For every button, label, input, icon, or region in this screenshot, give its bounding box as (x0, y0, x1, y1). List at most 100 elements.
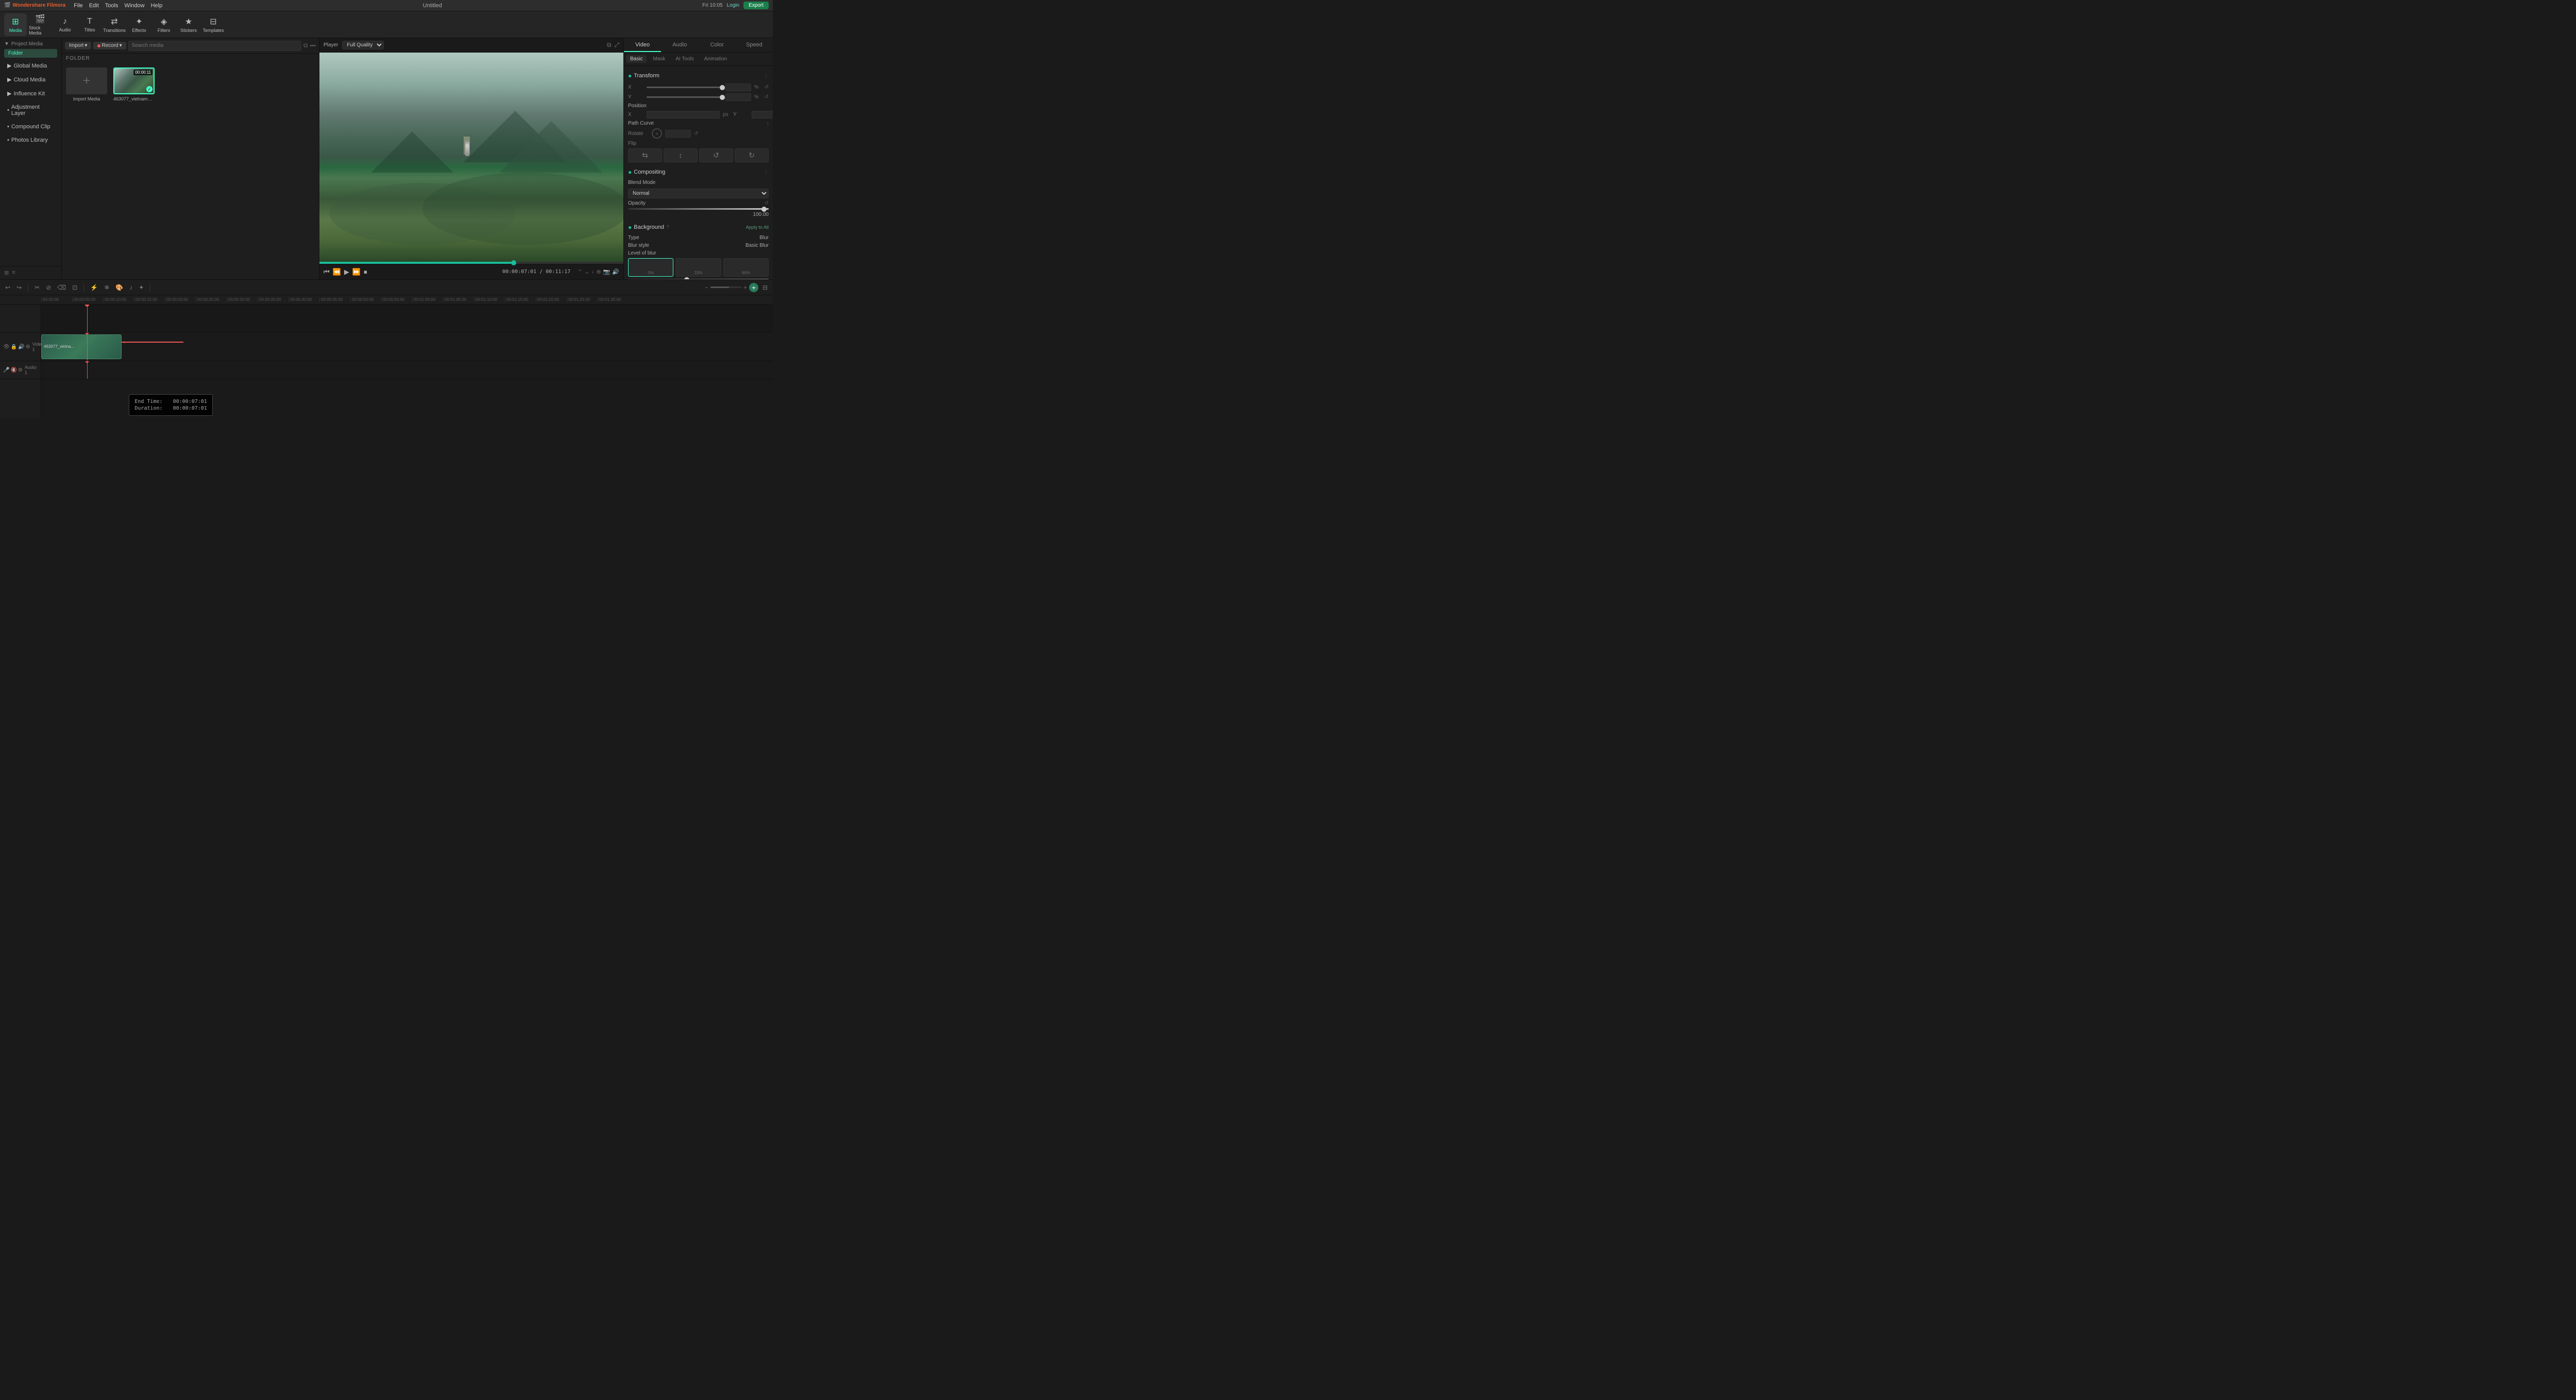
menu-edit[interactable]: Edit (89, 3, 99, 9)
blur-level-thumb[interactable] (684, 277, 689, 280)
tab-speed[interactable]: Speed (736, 38, 773, 52)
audio-button[interactable]: ♪ (127, 283, 134, 292)
preview-shrink-icon[interactable]: ⧉ (607, 41, 612, 49)
preview-progress-bar[interactable] (319, 262, 623, 264)
menu-window[interactable]: Window (124, 3, 144, 9)
transform-toggle[interactable]: ● (628, 72, 632, 79)
subtab-basic[interactable]: Basic (626, 55, 647, 63)
scale-x-input[interactable]: 100.00 (725, 83, 751, 91)
scale-x-slider[interactable] (647, 87, 722, 88)
rotate-input[interactable]: 0.00° (665, 130, 691, 138)
export-button[interactable]: Export (743, 2, 769, 9)
flip-v-button[interactable]: ↕ (664, 148, 698, 162)
track-lock-icon[interactable]: 🔒 (11, 344, 17, 350)
subtab-ai-tools[interactable]: AI Tools (671, 55, 698, 63)
track-speaker-icon[interactable]: 🔊 (18, 344, 24, 350)
opacity-reset-icon[interactable]: ↺ (765, 200, 769, 206)
toolbar-titles[interactable]: T Titles (78, 13, 101, 36)
sidebar-item-compound-clip[interactable]: • Compound Clip (2, 121, 59, 133)
effect-button[interactable]: ✦ (137, 283, 146, 292)
step-back-button[interactable]: ⏪ (333, 268, 341, 276)
pos-x-input[interactable]: 0.00 (647, 111, 720, 119)
video-track-lane[interactable]: 463077_vietna... ← (41, 333, 773, 361)
add-track-button[interactable]: + (749, 283, 758, 292)
snapshot-icon[interactable]: 📷 (603, 268, 611, 275)
go-end-button[interactable]: ⏹ (364, 268, 367, 276)
toolbar-stock-media[interactable]: 🎬 Stock Media (29, 13, 52, 36)
list-view-icon[interactable]: ≡ (12, 269, 15, 276)
toolbar-transitions[interactable]: ⇄ Transitions (103, 13, 126, 36)
tab-color[interactable]: Color (699, 38, 736, 52)
blur-thumb-66[interactable]: 66% (723, 258, 769, 277)
volume-icon[interactable]: 🔊 (612, 268, 619, 275)
scale-y-input[interactable]: 100.00 (725, 93, 751, 101)
zoom-slider[interactable] (710, 286, 741, 288)
audio-mute-icon[interactable]: 🔇 (10, 367, 16, 373)
video-clip[interactable]: 463077_vietna... (41, 334, 122, 360)
quality-select[interactable]: Full Quality (342, 41, 384, 49)
toolbar-effects[interactable]: ✦ Effects (128, 13, 150, 36)
color-match-button[interactable]: 🎨 (113, 283, 125, 292)
delete-button[interactable]: ⌫ (55, 283, 68, 292)
track-settings-icon[interactable]: ⚙ (26, 344, 30, 350)
pos-y-input[interactable]: 0.00 (752, 111, 773, 119)
mark-in-icon[interactable]: ⌃ (578, 268, 582, 275)
undo-button[interactable]: ↩ (3, 283, 12, 292)
apply-to-all-button[interactable]: Apply to All (745, 225, 769, 230)
blur-thumb-0[interactable]: 0% (628, 258, 673, 277)
video-media-item[interactable]: 00:00:11 ✓ 463077_vietnam_ha... (113, 68, 155, 102)
split-button[interactable]: ⊘ (44, 283, 53, 292)
menu-file[interactable]: File (74, 3, 83, 9)
freeze-button[interactable]: ❄ (102, 283, 111, 292)
sidebar-item-influence-kit[interactable]: ▶ Influence Kit (2, 87, 59, 100)
scale-y-slider[interactable] (647, 96, 722, 98)
menu-help[interactable]: Help (151, 3, 163, 9)
grid-view-icon[interactable]: ⊞ (4, 269, 9, 276)
scale-x-reset-icon[interactable]: ↺ (765, 85, 769, 90)
transform-expand-icon[interactable]: ⋮ (764, 73, 769, 79)
insert-icon[interactable]: ↓ (591, 268, 595, 275)
cut-button[interactable]: ✂ (32, 283, 42, 292)
background-header[interactable]: ● Background ? Apply to All (628, 222, 769, 233)
transform-header[interactable]: ● Transform ⋮ (628, 70, 769, 81)
crop-button[interactable]: ⊡ (70, 283, 79, 292)
sidebar-item-adjustment-layer[interactable]: • Adjustment Layer (2, 101, 59, 120)
subtab-mask[interactable]: Mask (649, 55, 669, 63)
blur-thumb-33[interactable]: 33% (675, 258, 721, 277)
path-curve-expand-icon[interactable]: › (767, 121, 769, 126)
menu-tools[interactable]: Tools (105, 3, 118, 9)
toolbar-templates[interactable]: ⊟ Templates (202, 13, 225, 36)
import-button[interactable]: Import ▾ (65, 42, 91, 49)
track-eye-icon[interactable]: 👁 (3, 344, 10, 350)
mark-out-icon[interactable]: ⌄ (585, 268, 589, 275)
toolbar-filters[interactable]: ◈ Filters (152, 13, 175, 36)
flip-ccw-button[interactable]: ↺ (699, 148, 733, 162)
sidebar-item-photos-library[interactable]: • Photos Library (2, 134, 59, 146)
preview-expand-icon[interactable]: ⤢ (614, 41, 619, 49)
scale-y-thumb[interactable] (720, 95, 725, 100)
opacity-thumb[interactable] (761, 207, 767, 212)
sidebar-item-folder[interactable]: Folder (4, 49, 57, 58)
scale-y-reset-icon[interactable]: ↺ (765, 94, 769, 100)
go-start-button[interactable]: ⏮ (324, 268, 330, 276)
progress-thumb[interactable] (511, 260, 516, 265)
flip-cw-button[interactable]: ↻ (735, 148, 769, 162)
compositing-header[interactable]: ● Compositing ⋮ (628, 166, 769, 178)
sidebar-item-global-media[interactable]: ▶ Global Media (2, 59, 59, 72)
rotate-dial[interactable]: ○ (652, 128, 662, 139)
blend-mode-select[interactable]: Normal (628, 189, 769, 198)
audio-settings-icon[interactable]: ⚙ (18, 367, 23, 373)
opacity-slider[interactable] (628, 208, 769, 210)
search-input[interactable] (128, 41, 301, 51)
play-button[interactable]: ▶ (344, 268, 349, 276)
background-info-icon[interactable]: ? (666, 225, 669, 230)
login-button[interactable]: Login (727, 3, 739, 8)
zoom-in-icon[interactable]: + (743, 284, 747, 291)
background-toggle[interactable]: ● (628, 224, 632, 231)
record-button[interactable]: Record ▾ (93, 42, 126, 49)
rotate-reset-icon[interactable]: ↺ (694, 131, 698, 137)
flip-h-button[interactable]: ⇆ (628, 148, 662, 162)
video-media-box[interactable]: 00:00:11 ✓ (113, 68, 155, 94)
import-media-item[interactable]: + Import Media (66, 68, 107, 102)
toolbar-stickers[interactable]: ★ Stickers (177, 13, 200, 36)
